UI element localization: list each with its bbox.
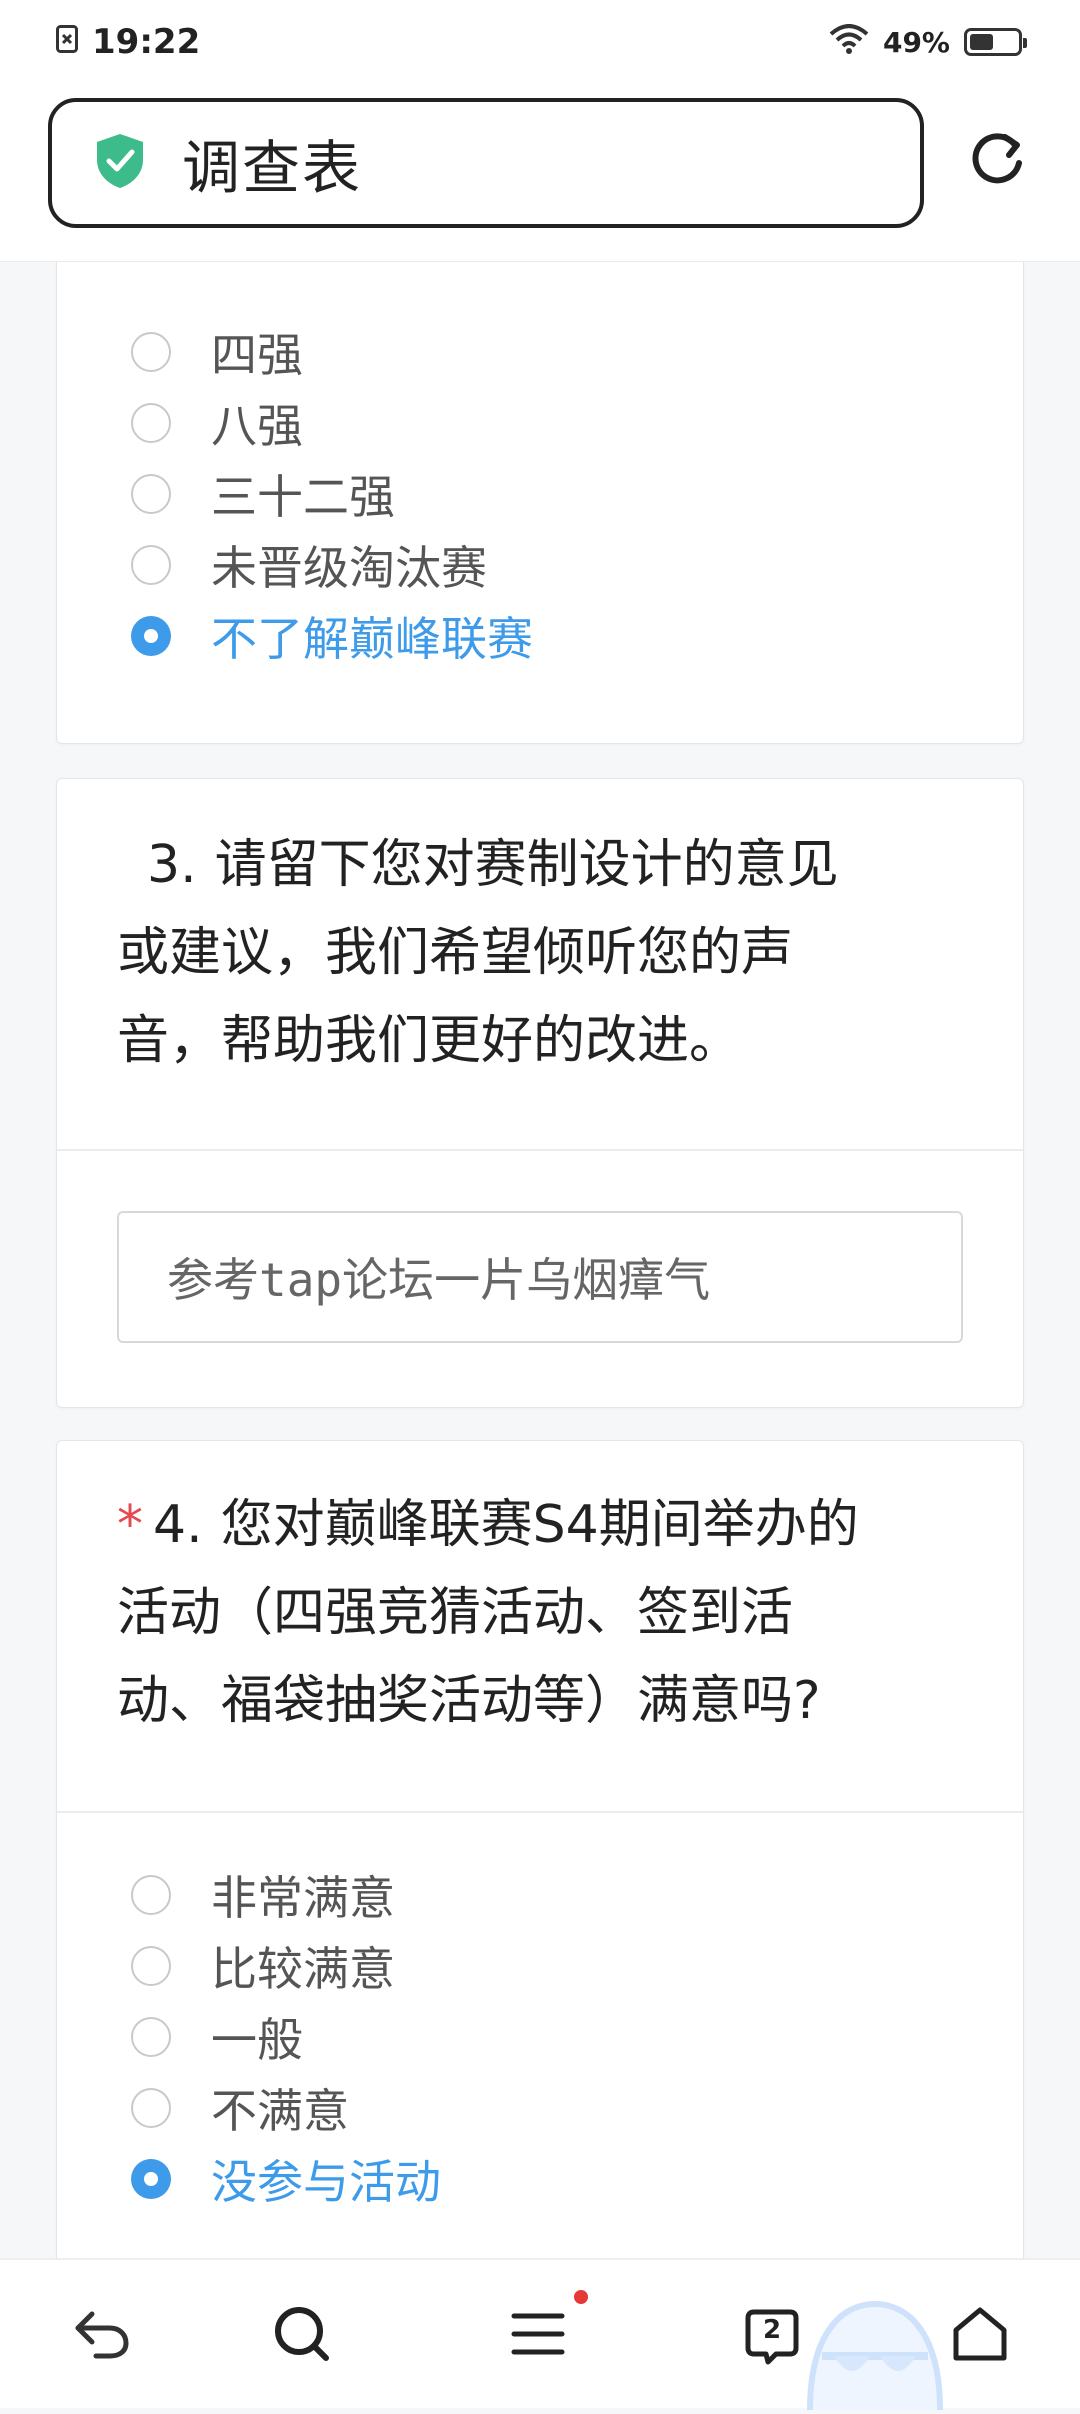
radio-button[interactable] (131, 1945, 171, 1986)
mascot-icon (800, 2296, 950, 2411)
battery-icon (964, 28, 1027, 56)
menu-button[interactable] (498, 2290, 588, 2376)
browser-header: 调查表 (0, 84, 1080, 262)
option-average[interactable]: 一般 (131, 2001, 441, 2072)
divider (57, 1149, 1023, 1151)
secure-shield-icon (94, 132, 146, 194)
question-text-line: 活动（四强竞猜活动、签到活 (117, 1583, 794, 1643)
option-thirty-two-strong[interactable]: 三十二强 (131, 458, 1023, 529)
reload-button[interactable] (962, 126, 1032, 196)
option-label: 不了解巅峰联赛 (211, 611, 533, 666)
home-button[interactable] (940, 2296, 1020, 2376)
option-label: 一般 (211, 2012, 303, 2067)
question-text-line: 您对巅峰联赛S4期间举办的 (220, 1495, 859, 1555)
question-3-title: 3. 请留下您对赛制设计的意见 或建议，我们希望倾听您的声 音，帮助我们更好的改进… (57, 779, 1023, 1085)
option-not-satisfied[interactable]: 不满意 (131, 2072, 441, 2143)
radio-button[interactable] (131, 2087, 171, 2128)
question-2-card: 四强 八强 三十二强 未晋级淘汰赛 不了解巅峰联赛 (56, 262, 1024, 744)
answer-textbox[interactable]: 参考tap论坛一片乌烟瘴气 (117, 1211, 963, 1343)
radio-button[interactable] (131, 402, 171, 443)
required-mark: * (117, 1495, 143, 1555)
option-not-qualified[interactable]: 未晋级淘汰赛 (131, 529, 1023, 600)
question-text-line: 动、福袋抽奖活动等）满意吗? (117, 1671, 821, 1731)
option-label: 比较满意 (211, 1941, 395, 1996)
option-label: 非常满意 (211, 1870, 395, 1925)
address-bar[interactable]: 调查表 (48, 98, 924, 228)
search-button[interactable] (262, 2296, 342, 2376)
download-failed-icon (56, 22, 78, 62)
tabs-icon: 2 (744, 2306, 804, 2366)
notification-dot (574, 2290, 588, 2304)
question-4-card: * 4. 您对巅峰联赛S4期间举办的 活动（四强竞猜活动、签到活 动、福袋抽奖活动等… (56, 1440, 1024, 2280)
question-number: 3. (147, 835, 197, 895)
option-very-satisfied[interactable]: 非常满意 (131, 1859, 441, 1930)
radio-button[interactable] (131, 331, 171, 372)
option-label: 八强 (211, 398, 303, 453)
question-text-line: 或建议，我们希望倾听您的声 (117, 923, 794, 983)
battery-percent: 49% (882, 25, 950, 59)
search-icon (272, 2304, 332, 2368)
page-title: 调查表 (182, 134, 363, 202)
question-text-line: 音，帮助我们更好的改进。 (117, 1011, 742, 1071)
radio-button[interactable] (131, 473, 171, 514)
question-3-card: 3. 请留下您对赛制设计的意见 或建议，我们希望倾听您的声 音，帮助我们更好的改进… (56, 778, 1024, 1408)
option-did-not-participate[interactable]: 没参与活动 (131, 2143, 441, 2214)
option-label: 未晋级淘汰赛 (211, 540, 487, 595)
option-label: 不满意 (211, 2083, 349, 2138)
divider (57, 1811, 1023, 1813)
home-icon (950, 2304, 1010, 2368)
status-bar: 19:22 49% (0, 0, 1080, 84)
bottom-navigation: 2 (0, 2258, 1080, 2411)
tabs-count: 2 (762, 2315, 782, 2345)
radio-button[interactable] (131, 544, 171, 585)
option-four-strong[interactable]: 四强 (131, 316, 1023, 387)
question-text-line: 请留下您对赛制设计的意见 (214, 835, 839, 895)
back-arrow-icon (72, 2306, 132, 2366)
reload-icon (969, 131, 1025, 191)
clock: 19:22 (92, 22, 201, 62)
option-label: 三十二强 (211, 469, 395, 524)
wifi-icon (829, 23, 869, 61)
question-4-title: * 4. 您对巅峰联赛S4期间举办的 活动（四强竞猜活动、签到活 动、福袋抽奖活动等… (57, 1441, 1023, 1745)
option-label: 四强 (211, 327, 303, 382)
menu-icon (508, 2306, 568, 2366)
back-button[interactable] (62, 2296, 142, 2376)
option-eight-strong[interactable]: 八强 (131, 387, 1023, 458)
question-4-options: 非常满意 比较满意 一般 不满意 没参与活动 (57, 1859, 441, 2214)
radio-button-checked[interactable] (131, 2158, 171, 2199)
option-fairly-satisfied[interactable]: 比较满意 (131, 1930, 441, 2001)
radio-button[interactable] (131, 2016, 171, 2057)
question-number: 4. (153, 1495, 203, 1555)
radio-button-checked[interactable] (131, 615, 171, 656)
option-label: 没参与活动 (211, 2154, 441, 2209)
question-2-options: 四强 八强 三十二强 未晋级淘汰赛 不了解巅峰联赛 (57, 262, 1023, 671)
battery-level (970, 34, 993, 50)
radio-button[interactable] (131, 1874, 171, 1915)
option-unfamiliar-league[interactable]: 不了解巅峰联赛 (131, 600, 1023, 671)
